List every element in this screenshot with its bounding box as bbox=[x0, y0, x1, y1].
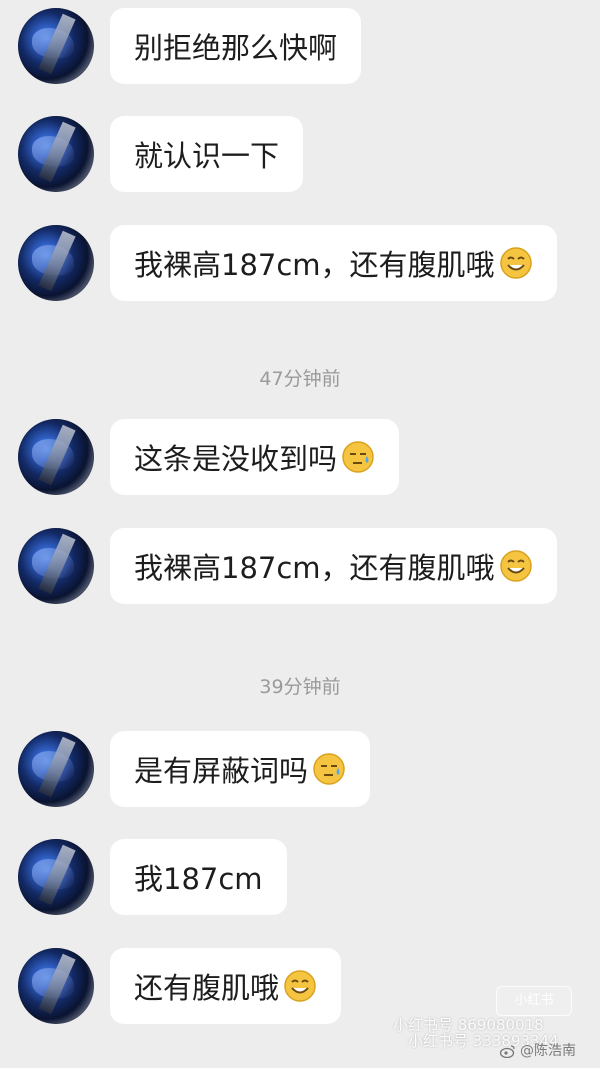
message-row: 我裸高187cm，还有腹肌哦 bbox=[0, 520, 600, 610]
message-text: 还有腹肌哦 bbox=[134, 971, 280, 1005]
message-text: 这条是没收到吗 bbox=[134, 442, 338, 476]
message-bubble[interactable]: 我187cm bbox=[110, 839, 287, 915]
message-row: 是有屏蔽词吗 bbox=[0, 723, 600, 813]
timestamp: 39分钟前 bbox=[259, 676, 341, 698]
message-row: 我187cm bbox=[0, 831, 600, 921]
avatar[interactable] bbox=[18, 419, 94, 495]
avatar[interactable] bbox=[18, 731, 94, 807]
message-text: 我187cm bbox=[134, 862, 263, 896]
message-bubble[interactable]: 这条是没收到吗 bbox=[110, 419, 400, 495]
message-bubble[interactable]: 就认识一下 bbox=[110, 116, 304, 192]
message-bubble[interactable]: 是有屏蔽词吗 bbox=[110, 731, 371, 807]
weibo-watermark: @陈浩南 bbox=[499, 1040, 576, 1060]
message-row: 别拒绝那么快啊 bbox=[0, 0, 600, 90]
message-text: 是有屏蔽词吗 bbox=[134, 754, 309, 788]
message-row: 就认识一下 bbox=[0, 108, 600, 198]
message-text: 别拒绝那么快啊 bbox=[134, 31, 338, 65]
message-row: 这条是没收到吗 bbox=[0, 411, 600, 501]
message-bubble[interactable]: 别拒绝那么快啊 bbox=[110, 8, 362, 84]
smile-emoji-icon bbox=[283, 969, 317, 1003]
smile-emoji-icon bbox=[499, 549, 533, 583]
message-text: 我裸高187cm，还有腹肌哦 bbox=[134, 551, 495, 585]
avatar[interactable] bbox=[18, 225, 94, 301]
sweat-emoji-icon bbox=[341, 440, 375, 474]
avatar[interactable] bbox=[18, 8, 94, 84]
avatar[interactable] bbox=[18, 839, 94, 915]
sweat-emoji-icon bbox=[312, 752, 346, 786]
message-text: 就认识一下 bbox=[134, 139, 280, 173]
message-bubble[interactable]: 还有腹肌哦 bbox=[110, 948, 342, 1024]
smile-emoji-icon bbox=[499, 246, 533, 280]
avatar[interactable] bbox=[18, 948, 94, 1024]
timestamp: 47分钟前 bbox=[259, 368, 341, 390]
watermark-badge: 小红书 bbox=[496, 986, 572, 1016]
avatar[interactable] bbox=[18, 116, 94, 192]
message-text: 我裸高187cm，还有腹肌哦 bbox=[134, 248, 495, 282]
message-bubble[interactable]: 我裸高187cm，还有腹肌哦 bbox=[110, 225, 557, 301]
weibo-handle: @陈浩南 bbox=[520, 1043, 576, 1059]
avatar[interactable] bbox=[18, 528, 94, 604]
weibo-icon bbox=[499, 1044, 516, 1059]
message-row: 我裸高187cm，还有腹肌哦 bbox=[0, 217, 600, 307]
message-bubble[interactable]: 我裸高187cm，还有腹肌哦 bbox=[110, 528, 557, 604]
